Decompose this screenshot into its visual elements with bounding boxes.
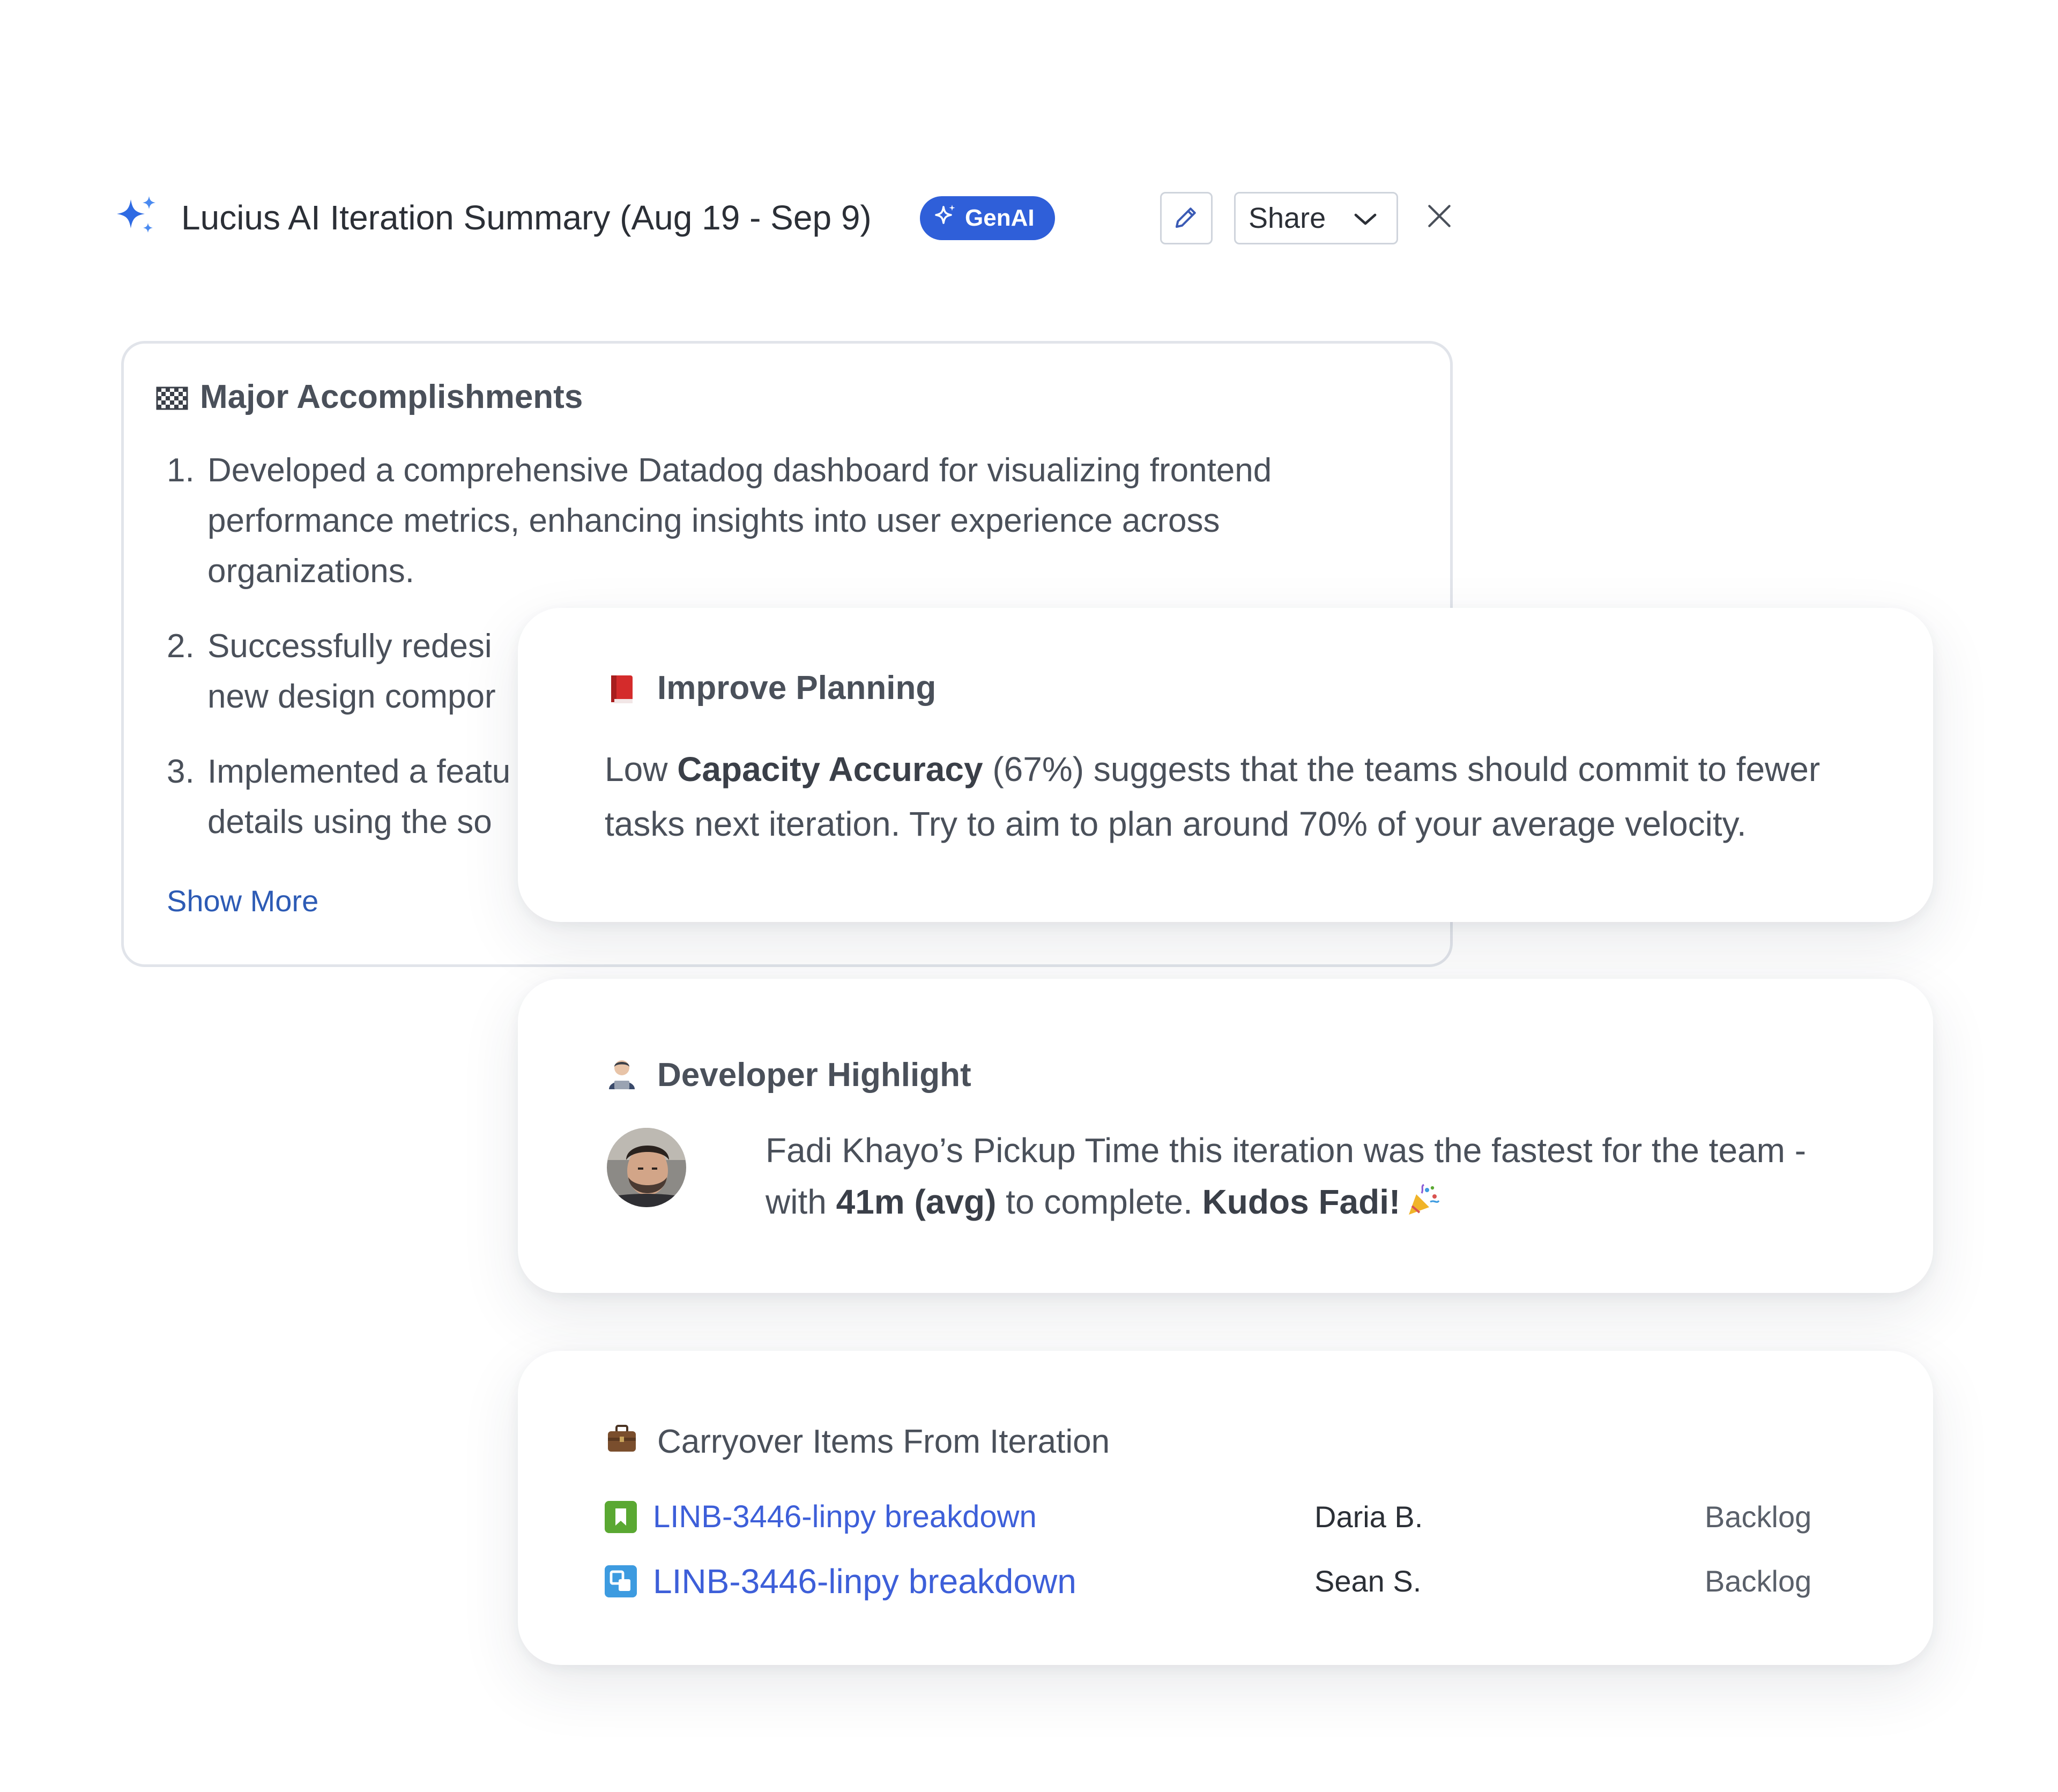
carryover-card: Carryover Items From Iteration LINB-3446…	[518, 1351, 1933, 1665]
share-label: Share	[1249, 202, 1326, 234]
genai-badge: GenAI	[920, 196, 1055, 240]
checkered-flag-icon	[156, 386, 188, 411]
improve-planning-title: Improve Planning	[657, 670, 937, 707]
table-row: LINB-3446-linpy breakdown Daria B. Backl…	[605, 1496, 1838, 1538]
edit-button[interactable]	[1160, 192, 1213, 244]
briefcase-icon	[605, 1422, 639, 1456]
genai-label: GenAI	[965, 205, 1035, 231]
carryover-title: Carryover Items From Iteration	[657, 1423, 1110, 1460]
technologist-icon	[605, 1057, 639, 1091]
share-button[interactable]: Share	[1234, 192, 1398, 244]
assignee: Sean S.	[1314, 1564, 1422, 1598]
avatar	[607, 1128, 686, 1207]
show-more-link[interactable]: Show More	[167, 880, 318, 923]
red-book-icon	[605, 672, 639, 707]
status: Backlog	[1705, 1500, 1812, 1534]
improve-planning-card: Improve Planning Low Capacity Accuracy (…	[518, 608, 1933, 922]
sparkle-outline-icon	[933, 203, 959, 234]
accomplishments-title: Major Accomplishments	[200, 378, 583, 415]
page-title: Lucius AI Iteration Summary (Aug 19 - Se…	[181, 198, 872, 237]
issue-link[interactable]: LINB-3446-linpy breakdown	[653, 1496, 1037, 1538]
list-item: 1. Developed a comprehensive Datadog das…	[167, 452, 1272, 590]
party-popper-icon	[1406, 1180, 1440, 1215]
status: Backlog	[1705, 1564, 1812, 1598]
assignee: Daria B.	[1314, 1500, 1423, 1534]
subtask-icon	[605, 1565, 637, 1597]
developer-highlight-text: Fadi Khayo’s Pickup Time this iteration …	[766, 1131, 1807, 1221]
pencil-icon	[1172, 203, 1201, 234]
developer-highlight-card: Developer Highlight Fadi Khayo’s Pickup …	[518, 979, 1933, 1293]
close-icon	[1424, 201, 1454, 234]
close-button[interactable]	[1421, 198, 1458, 236]
developer-highlight-title: Developer Highlight	[657, 1057, 971, 1094]
issue-link[interactable]: LINB-3446-linpy breakdown	[653, 1560, 1076, 1603]
sparkle-icon	[114, 193, 161, 240]
improve-planning-text: Low Capacity Accuracy (67%) suggests tha…	[605, 750, 1821, 843]
table-row: LINB-3446-linpy breakdown Sean S. Backlo…	[605, 1560, 1838, 1603]
story-bookmark-icon	[605, 1501, 637, 1533]
